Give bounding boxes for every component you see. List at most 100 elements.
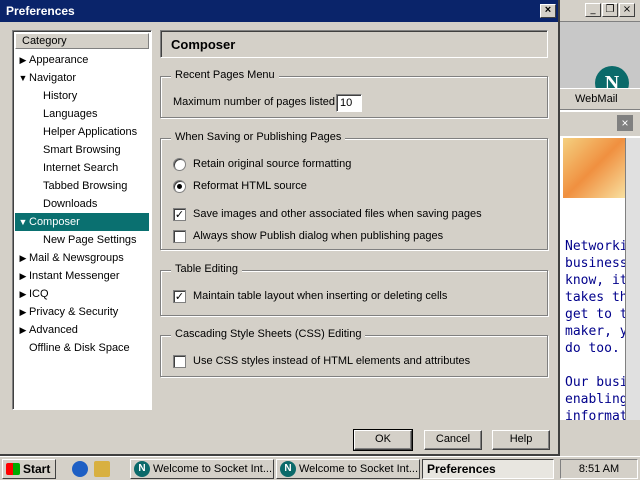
checkbox[interactable] (173, 354, 186, 368)
tree-item-label: Downloads (43, 198, 98, 210)
tree-item-label: Instant Messenger (29, 270, 120, 282)
background-titlebar: _ ❐ × (559, 0, 640, 22)
category-column-header[interactable]: Category (15, 33, 149, 49)
group-legend: When Saving or Publishing Pages (171, 131, 346, 143)
saving-publishing-group: When Saving or Publishing Pages Retain o… (160, 131, 548, 250)
close-icon[interactable]: × (617, 115, 633, 131)
taskbar-item-label: Welcome to Socket Int... (153, 463, 273, 475)
checkbox[interactable]: ✓ (173, 289, 186, 303)
page-text-line: do too. (565, 341, 620, 356)
max-pages-input[interactable]: 10 (336, 94, 362, 112)
page-text-line: get to th (565, 307, 627, 322)
tree-item-label: Smart Browsing (43, 144, 121, 156)
page-text-line: know, it's (565, 273, 627, 288)
group-legend: Table Editing (171, 263, 242, 275)
internet-explorer-icon[interactable] (72, 461, 88, 477)
page-text-line: Networkin (565, 239, 627, 254)
tree-item-languages[interactable]: Languages (25, 105, 149, 123)
collapsed-arrow-icon[interactable]: ▶ (17, 321, 29, 339)
page-body-text: Networkin business. know, it's takes the get… (565, 238, 627, 425)
page-text-line: enabling (565, 392, 627, 407)
page-text-line: business. (565, 256, 627, 271)
start-label: Start (23, 462, 51, 476)
restore-icon[interactable]: ❐ (602, 3, 618, 17)
checkbox[interactable]: ✓ (173, 207, 186, 221)
use-css-checkbox[interactable]: Use CSS styles instead of HTML elements … (173, 354, 470, 368)
tree-item-mail-newsgroups[interactable]: ▶ Mail & Newsgroups (15, 249, 149, 267)
tree-item-composer[interactable]: ▼ Composer (15, 213, 149, 231)
tree-item-label: Offline & Disk Space (29, 342, 130, 354)
maintain-table-layout-checkbox[interactable]: ✓ Maintain table layout when inserting or… (173, 289, 447, 303)
tree-item-downloads[interactable]: Downloads (25, 195, 149, 213)
save-images-checkbox[interactable]: ✓ Save images and other associated files … (173, 207, 482, 221)
taskbar-item-label: Welcome to Socket Int... (299, 463, 419, 475)
tree-item-label: Privacy & Security (29, 306, 119, 318)
collapsed-arrow-icon[interactable]: ▶ (17, 267, 29, 285)
category-tree[interactable]: Category ▶ Appearance ▼ Navigator History Lan… (12, 30, 152, 410)
tree-item-offline-disk-space[interactable]: Offline & Disk Space (15, 339, 149, 357)
tree-item-label: ICQ (29, 288, 49, 300)
group-legend: Recent Pages Menu (171, 69, 279, 81)
dialog-title: Preferences (6, 4, 75, 18)
radio-button[interactable] (173, 179, 186, 193)
max-pages-label: Maximum number of pages listed: (173, 96, 339, 108)
retain-formatting-radio[interactable]: Retain original source formatting (173, 157, 351, 171)
expanded-arrow-icon[interactable]: ▼ (17, 69, 29, 87)
tree-item-helper-applications[interactable]: Helper Applications (25, 123, 149, 141)
panel-title: Composer (160, 30, 548, 58)
tree-item-label: Appearance (29, 54, 89, 66)
tree-item-new-page-settings[interactable]: New Page Settings (25, 231, 149, 249)
taskbar-item-active[interactable]: Preferences (422, 459, 554, 479)
close-icon[interactable]: × (540, 4, 556, 18)
tree-item-tabbed-browsing[interactable]: Tabbed Browsing (25, 177, 149, 195)
show-desktop-icon[interactable] (94, 461, 110, 477)
tree-item-instant-messenger[interactable]: ▶ Instant Messenger (15, 267, 149, 285)
page-text-line (565, 357, 627, 374)
group-legend: Cascading Style Sheets (CSS) Editing (171, 328, 366, 340)
publish-dialog-checkbox[interactable]: Always show Publish dialog when publishi… (173, 229, 443, 243)
collapsed-arrow-icon[interactable]: ▶ (17, 303, 29, 321)
tree-item-privacy-security[interactable]: ▶ Privacy & Security (15, 303, 149, 321)
cancel-button[interactable]: Cancel (424, 430, 482, 450)
close-icon[interactable]: × (619, 3, 635, 17)
tree-item-label: Mail & Newsgroups (29, 252, 124, 264)
start-button[interactable]: Start (2, 459, 56, 479)
tree-item-label: Helper Applications (43, 126, 138, 138)
collapsed-arrow-icon[interactable]: ▶ (17, 285, 29, 303)
tree-item-label: Advanced (29, 324, 78, 336)
page-banner-image (563, 138, 625, 198)
tree-item-navigator[interactable]: ▼ Navigator (15, 69, 149, 87)
tree-item-advanced[interactable]: ▶ Advanced (15, 321, 149, 339)
webmail-link[interactable]: WebMail (559, 88, 640, 110)
ok-button[interactable]: OK (353, 429, 413, 451)
background-status-bar (559, 420, 640, 456)
tree-item-label: History (43, 90, 78, 102)
system-tray-clock: 8:51 AM (560, 459, 638, 479)
tree-item-history[interactable]: History (25, 87, 149, 105)
minimize-icon[interactable]: _ (585, 3, 601, 17)
tree-item-appearance[interactable]: ▶ Appearance (15, 51, 149, 69)
page-text-line: takes the (565, 290, 627, 305)
taskbar-item[interactable]: N Welcome to Socket Int... (130, 459, 274, 479)
windows-flag-icon (6, 463, 20, 475)
help-button[interactable]: Help (492, 430, 550, 450)
radio-button[interactable] (173, 157, 186, 171)
tree-item-label: New Page Settings (43, 234, 137, 246)
background-toolbar: N (559, 22, 640, 100)
expanded-arrow-icon[interactable]: ▼ (17, 213, 29, 231)
tree-item-internet-search[interactable]: Internet Search (25, 159, 149, 177)
taskbar-item[interactable]: N Welcome to Socket Int... (276, 459, 420, 479)
page-scrollbar[interactable] (625, 138, 640, 420)
taskbar-item-label: Preferences (427, 462, 496, 476)
tree-item-icq[interactable]: ▶ ICQ (15, 285, 149, 303)
table-editing-group: Table Editing ✓ Maintain table layout whe… (160, 263, 548, 316)
tree-item-label: Languages (43, 108, 98, 120)
collapsed-arrow-icon[interactable]: ▶ (17, 51, 29, 69)
checkbox[interactable] (173, 229, 186, 243)
collapsed-arrow-icon[interactable]: ▶ (17, 249, 29, 267)
background-browser-window: _ ❐ × N WebMail × Networkin business. know… (558, 0, 640, 456)
tree-item-smart-browsing[interactable]: Smart Browsing (25, 141, 149, 159)
preferences-dialog: Preferences × Category ▶ Appearance ▼ Navig… (0, 0, 560, 456)
reformat-html-radio[interactable]: Reformat HTML source (173, 179, 307, 193)
css-editing-group: Cascading Style Sheets (CSS) Editing Use… (160, 328, 548, 377)
